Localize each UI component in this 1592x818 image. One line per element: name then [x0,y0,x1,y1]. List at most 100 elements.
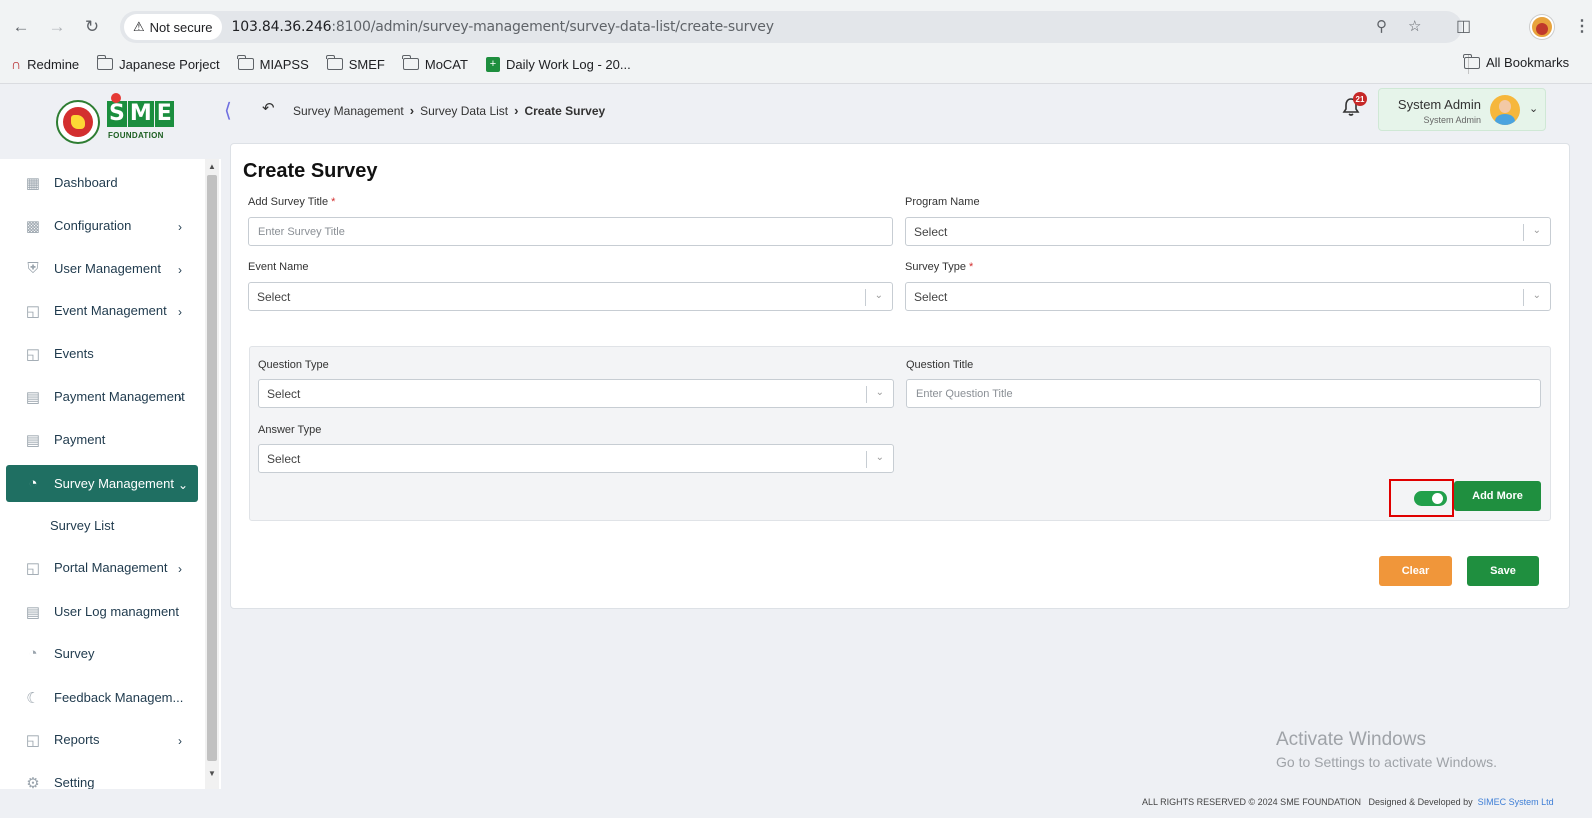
chevron-down-icon: ⌄ [1532,290,1541,301]
breadcrumb-survey-management[interactable]: Survey Management [293,104,404,118]
url-text[interactable]: 103.84.36.246:8100/admin/survey-manageme… [232,19,774,35]
sidebar-item-setting[interactable]: ⚙ Setting [6,764,198,790]
bookmark-smef[interactable]: SMEF [326,55,385,72]
sidebar-item-event-management[interactable]: ◱ Event Management › [6,292,198,329]
survey-title-label: Add Survey Title * [248,196,335,208]
sidebar-item-label: Setting [54,775,95,789]
program-name-select[interactable]: Select ⌄ [905,217,1551,246]
bookmarks-bar: ∩ Redmine Japanese Porject MIAPSS SMEF M… [0,50,1592,78]
select-divider [1523,224,1524,241]
program-name-label: Program Name [905,196,980,208]
scroll-thumb[interactable] [207,175,217,761]
clear-button[interactable]: Clear [1379,556,1452,586]
sidebar-item-user-management[interactable]: ⛨ User Management › [6,250,198,287]
sidebar-item-label: Dashboard [54,175,118,190]
user-shield-icon: ⛨ [27,260,39,277]
bookmark-label: Daily Work Log - 20... [505,56,631,72]
bookmark-japanese-porject[interactable]: Japanese Porject [96,55,220,72]
pie-chart-icon: ◔ [28,475,38,492]
all-bookmarks[interactable]: All Bookmarks [1463,53,1569,70]
sidebar-item-dashboard[interactable]: ▦ Dashboard [6,164,198,201]
sidebar-scrollbar[interactable]: ▲ ▼ [205,159,219,789]
chevron-down-icon: ⌄ [1532,225,1541,236]
footer-rights: ALL RIGHTS RESERVED © 2024 SME FOUNDATIO… [1142,797,1362,807]
bookmark-label: MoCAT [424,56,468,72]
sidebar-item-feedback[interactable]: ☾ Feedback Managem... [6,679,198,716]
bookmark-daily-work-log[interactable]: + Daily Work Log - 20... [485,56,631,72]
sidebar-item-label: Events [54,346,94,361]
sidebar-item-portal-management[interactable]: ◱ Portal Management › [6,549,198,586]
folder-icon [96,55,114,70]
folder-icon [237,55,254,70]
question-toggle-switch[interactable] [1414,491,1447,506]
question-type-select[interactable]: Select ⌄ [258,379,894,408]
bookmark-mocat[interactable]: MoCAT [402,55,468,72]
back-arrow-icon[interactable]: ← [8,14,34,40]
notification-badge: 21 [1353,92,1367,106]
zoom-icon[interactable]: ⚲ [1376,17,1387,35]
back-icon[interactable]: ↶ [262,99,275,117]
question-title-input[interactable]: Enter Question Title [906,379,1541,408]
sidebar-collapse-icon[interactable]: ⟨ [224,98,232,123]
sidebar-item-events[interactable]: ◱ Events [6,335,198,372]
event-name-label: Event Name [248,261,309,273]
sidebar-item-label: Survey [54,646,95,661]
bookmark-miapss[interactable]: MIAPSS [237,55,309,72]
sidebar-item-label: Feedback Managem... [54,690,184,705]
scroll-up-icon[interactable]: ▲ [208,162,216,171]
bookmark-label: Redmine [27,56,80,72]
not-secure-chip[interactable]: ⚠ Not secure [124,14,222,40]
label-text: Survey Type [905,261,966,273]
question-type-label: Question Type [258,359,329,371]
required-mark: * [969,261,974,273]
government-emblem-icon [56,100,100,144]
chevron-right-icon: › [178,220,182,234]
answer-type-label: Answer Type [258,424,322,436]
answer-type-select[interactable]: Select ⌄ [258,444,894,473]
url-path: :8100/admin/survey-management/survey-dat… [331,19,774,35]
required-mark: * [331,196,336,208]
chevron-down-icon: ⌄ [178,478,189,492]
sidebar-item-label: User Log managment [54,604,180,619]
money-icon: ▤ [25,388,41,406]
select-value: Select [914,224,948,239]
survey-title-input[interactable]: Enter Survey Title [248,217,893,246]
logo[interactable]: S M E FOUNDATION [0,85,210,159]
sidebar-item-user-log[interactable]: ▤ User Log managment [6,593,198,630]
chevron-down-icon: ⌄ [875,452,884,463]
extensions-icon[interactable]: ◫ [1456,16,1471,36]
chevron-right-icon: › [178,562,182,576]
forward-arrow-icon[interactable]: → [44,14,70,40]
add-more-button[interactable]: Add More [1454,481,1541,511]
feedback-icon: ☾ [26,689,40,707]
sidebar-subitem-survey-list[interactable]: Survey List [50,518,114,533]
reload-icon[interactable]: ↻ [79,14,105,40]
select-value: Select [267,451,301,466]
sidebar-item-configuration[interactable]: ▩ Configuration › [6,207,198,244]
chrome-menu-icon[interactable]: ⋮ [1574,16,1590,36]
breadcrumb-survey-data-list[interactable]: Survey Data List [420,104,508,118]
lock-icon: ◱ [25,731,41,749]
footer-company-link[interactable]: SIMEC System Ltd [1478,797,1554,807]
sidebar-item-payment[interactable]: ▤ Payment [6,421,198,458]
address-bar[interactable]: ⚠ Not secure 103.84.36.246:8100/admin/su… [120,11,1462,43]
bookmark-star-icon[interactable]: ☆ [1408,17,1421,35]
page-title: Create Survey [243,160,378,182]
profile-avatar[interactable] [1530,15,1554,39]
event-name-select[interactable]: Select ⌄ [248,282,893,311]
scroll-down-icon[interactable]: ▼ [208,769,216,778]
chevron-down-icon: ⌄ [1529,103,1539,115]
footer: ALL RIGHTS RESERVED © 2024 SME FOUNDATIO… [1142,797,1554,807]
user-menu[interactable]: System Admin System Admin ⌄ [1378,88,1546,131]
save-button[interactable]: Save [1467,556,1539,586]
question-title-label: Question Title [906,359,974,371]
sidebar-item-label: Payment Management [54,389,185,404]
sidebar-item-reports[interactable]: ◱ Reports › [6,721,198,758]
sidebar-item-survey-management[interactable]: ◔ Survey Management ⌄ [6,465,198,502]
logo-letter: E [154,101,174,127]
sidebar-item-payment-management[interactable]: ▤ Payment Management › [6,378,198,415]
folder-icon [1463,53,1480,69]
sidebar-item-survey[interactable]: ◔ Survey [6,635,198,672]
survey-type-select[interactable]: Select ⌄ [905,282,1551,311]
bookmark-redmine[interactable]: ∩ Redmine [11,56,79,72]
